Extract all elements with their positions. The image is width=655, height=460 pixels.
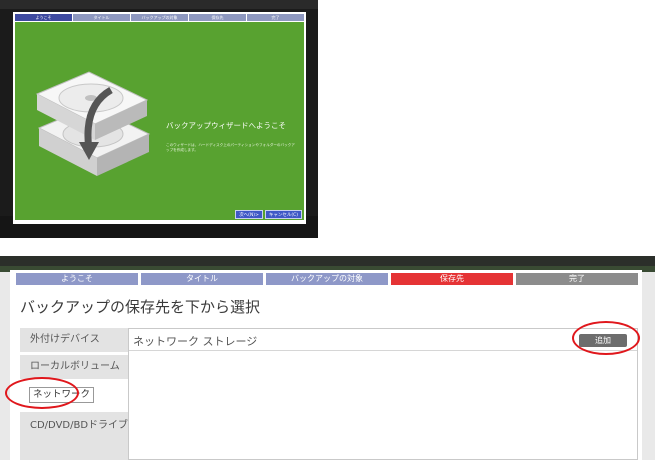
wizard-step-tabs: ようこそ タイトル バックアップの対象 保存先 完了	[16, 273, 638, 285]
network-storage-label: ネットワーク ストレージ	[133, 335, 258, 348]
step-tab-title[interactable]: タイトル	[141, 273, 263, 285]
step-tab-finish[interactable]: 完了	[247, 14, 304, 21]
background-window-bar	[0, 0, 318, 9]
step-tab-welcome[interactable]: ようこそ	[16, 273, 138, 285]
sidebar-item-external-device[interactable]: 外付けデバイス	[20, 328, 138, 352]
step-tab-backup-target[interactable]: バックアップの対象	[131, 14, 188, 21]
step-tab-destination[interactable]: 保存先	[189, 14, 246, 21]
wizard-step-tabs: ようこそ タイトル バックアップの対象 保存先 完了	[15, 14, 304, 21]
step-tab-title[interactable]: タイトル	[73, 14, 130, 21]
sidebar-item-label: ネットワーク	[29, 387, 95, 403]
destination-screenshot: ようこそ タイトル バックアップの対象 保存先 完了 バックアップの保存先を下か…	[0, 256, 655, 460]
hard-drive-backup-icon	[35, 71, 151, 176]
network-storage-header: ネットワーク ストレージ 追加	[129, 329, 637, 351]
welcome-screenshot: ようこそ タイトル バックアップの対象 保存先 完了 バックアップウィザードへよ…	[0, 0, 318, 238]
sidebar-item-optical-drive[interactable]: CD/DVD/BDドライブ	[20, 412, 138, 460]
wizard-button-row: 次へ(N)> キャンセル(C)	[235, 210, 302, 219]
welcome-panel: バックアップウィザードへようこそ このウィザードは、ハードディスク上のパーティシ…	[15, 22, 304, 220]
next-button[interactable]: 次へ(N)>	[235, 210, 263, 219]
step-tab-destination[interactable]: 保存先	[391, 273, 513, 285]
welcome-description: このウィザードは、ハードディスク上のパーティションやフォルダーのバックアップを作…	[166, 143, 295, 152]
destination-content-panel: ネットワーク ストレージ 追加	[128, 328, 638, 460]
welcome-title: バックアップウィザードへようこそ	[166, 121, 286, 130]
step-tab-welcome[interactable]: ようこそ	[15, 14, 72, 21]
backup-wizard-welcome-window: ようこそ タイトル バックアップの対象 保存先 完了 バックアップウィザードへよ…	[13, 12, 306, 224]
cancel-button[interactable]: キャンセル(C)	[264, 210, 302, 219]
sidebar-item-network[interactable]: ネットワーク	[20, 382, 138, 409]
add-button[interactable]: 追加	[579, 334, 627, 347]
step-tab-finish[interactable]: 完了	[516, 273, 638, 285]
sidebar-item-local-volume[interactable]: ローカルボリューム	[20, 355, 138, 379]
backup-wizard-destination-window: ようこそ タイトル バックアップの対象 保存先 完了 バックアップの保存先を下か…	[10, 270, 642, 460]
page-title: バックアップの保存先を下から選択	[20, 298, 261, 316]
step-tab-backup-target[interactable]: バックアップの対象	[266, 273, 388, 285]
